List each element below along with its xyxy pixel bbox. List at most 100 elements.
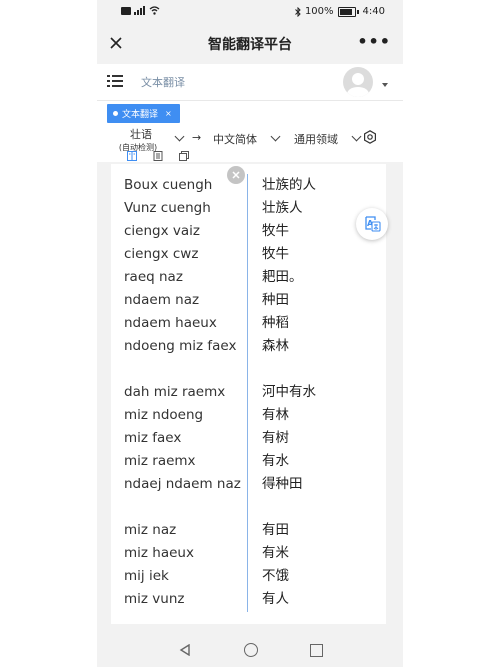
translation-row: ndaem haeux 种稻: [111, 312, 386, 335]
source-text[interactable]: miz ndoeng: [124, 404, 252, 427]
target-text: 有田: [262, 522, 289, 538]
translation-row: mij iek 不饿: [111, 565, 386, 588]
title-bar: 智能翻译平台 •••: [97, 24, 403, 64]
source-text[interactable]: mij iek: [124, 565, 252, 588]
tab-close-icon[interactable]: ×: [165, 109, 172, 118]
tab-dot-icon: [113, 111, 118, 116]
translation-row: miz vunz 有人: [111, 588, 386, 611]
translation-row: miz faex 有树: [111, 427, 386, 450]
target-text: 有人: [262, 591, 289, 607]
source-text[interactable]: miz faex: [124, 427, 252, 450]
source-text[interactable]: dah miz raemx: [124, 381, 252, 404]
target-language[interactable]: 中文简体: [213, 131, 257, 147]
home-icon[interactable]: [244, 643, 258, 657]
more-icon[interactable]: •••: [357, 32, 391, 51]
target-text: 耙田。: [262, 269, 303, 285]
translation-row: ciengx cwz 牧牛: [111, 243, 386, 266]
translate-icon: A: [365, 216, 381, 232]
avatar-shoulder: [347, 87, 369, 97]
target-text: 种田: [262, 292, 289, 308]
source-chevron-down-icon[interactable]: [174, 131, 185, 142]
app-header: 文本翻译: [97, 64, 403, 100]
target-text: 有林: [262, 407, 289, 423]
battery-icon: [337, 6, 356, 17]
translation-card: Boux cuengh 壮族的人 Vunz cuengh 壮族人 ciengx vaiz…: [111, 164, 386, 624]
source-text[interactable]: ciengx vaiz: [124, 220, 252, 243]
language-bar: 壮语 (自动检测) → 中文简体 通用领域: [97, 126, 403, 162]
source-language: 壮语: [130, 128, 152, 141]
target-text: 壮族人: [262, 200, 303, 216]
translation-row: Vunz cuengh 壮族人: [111, 197, 386, 220]
tool-icons: [127, 151, 189, 161]
source-text[interactable]: miz haeux: [124, 542, 252, 565]
target-text: 壮族的人: [262, 177, 316, 193]
source-text[interactable]: raeq naz: [124, 266, 252, 289]
source-language-select[interactable]: 壮语 (自动检测): [119, 126, 159, 153]
gear-icon[interactable]: [363, 130, 377, 144]
target-text: 牧牛: [262, 246, 289, 262]
source-text[interactable]: ndaem naz: [124, 289, 252, 312]
target-text: 有米: [262, 545, 289, 561]
translation-row: ndoeng miz faex 森林: [111, 335, 386, 381]
translation-row: ciengx vaiz 牧牛: [111, 220, 386, 243]
source-text[interactable]: miz naz: [124, 519, 252, 542]
tab-text-translate[interactable]: 文本翻译 ×: [107, 104, 180, 123]
status-right: 100% 4:40: [295, 6, 385, 17]
system-nav-bar: [97, 634, 403, 667]
avatar[interactable]: [343, 67, 373, 97]
translation-row: dah miz raemx 河中有水: [111, 381, 386, 404]
translation-row: ndaej ndaem naz 得种田: [111, 473, 386, 519]
target-text: 河中有水: [262, 384, 316, 400]
back-icon[interactable]: [179, 644, 191, 656]
phone-screen: 100% 4:40 智能翻译平台 ••• 文本翻译 文本翻译 × 壮语 (自动检…: [97, 0, 403, 667]
module-title: 文本翻译: [141, 76, 185, 89]
battery-percent: 100%: [304, 6, 334, 17]
hd-icon: [121, 6, 131, 15]
status-bar: 100% 4:40: [97, 0, 403, 24]
arrow-right-icon: →: [192, 131, 202, 144]
target-text: 有树: [262, 430, 289, 446]
close-icon[interactable]: [107, 34, 125, 52]
translation-rows: Boux cuengh 壮族的人 Vunz cuengh 壮族人 ciengx vaiz…: [111, 174, 386, 611]
translation-row: miz naz 有田: [111, 519, 386, 542]
target-text: 森林: [262, 338, 289, 354]
translation-row: Boux cuengh 壮族的人: [111, 174, 386, 197]
target-text: 不饿: [262, 568, 289, 584]
target-text: 得种田: [262, 476, 303, 492]
domain-select[interactable]: 通用领域: [294, 131, 338, 147]
tab-strip: 文本翻译 ×: [97, 100, 403, 127]
wifi-icon: [149, 6, 160, 15]
source-text[interactable]: ciengx cwz: [124, 243, 252, 266]
translation-row: raeq naz 耙田。: [111, 266, 386, 289]
source-text[interactable]: ndaej ndaem naz: [124, 473, 252, 496]
source-text[interactable]: ndoeng miz faex: [124, 335, 252, 358]
avatar-head: [352, 73, 364, 85]
domain-chevron-down-icon[interactable]: [351, 131, 362, 142]
source-text[interactable]: ndaem haeux: [124, 312, 252, 335]
recent-apps-icon[interactable]: [310, 644, 323, 657]
translation-row: ndaem naz 种田: [111, 289, 386, 312]
target-chevron-down-icon[interactable]: [270, 131, 281, 142]
translation-row: miz haeux 有米: [111, 542, 386, 565]
target-text: 有水: [262, 453, 289, 469]
battery-cap: [356, 9, 359, 14]
status-time: 4:40: [362, 6, 385, 17]
target-text: 牧牛: [262, 223, 289, 239]
floating-translate-button[interactable]: A: [356, 208, 388, 240]
source-text[interactable]: Boux cuengh: [124, 174, 252, 197]
tab-label: 文本翻译: [122, 110, 159, 120]
translation-row: miz raemx 有水: [111, 450, 386, 473]
copy-icon[interactable]: [179, 151, 189, 161]
page-title: 智能翻译平台: [208, 37, 292, 53]
source-text[interactable]: miz raemx: [124, 450, 252, 473]
menu-icon[interactable]: [107, 74, 123, 88]
bluetooth-icon: [295, 6, 301, 17]
signal-icon: [134, 6, 145, 15]
document-icon[interactable]: [153, 151, 163, 161]
status-left: [121, 6, 160, 15]
source-text[interactable]: Vunz cuengh: [124, 197, 252, 220]
split-view-icon[interactable]: [127, 151, 137, 161]
caret-down-icon[interactable]: [382, 83, 388, 87]
source-text[interactable]: miz vunz: [124, 588, 252, 611]
target-text: 种稻: [262, 315, 289, 331]
